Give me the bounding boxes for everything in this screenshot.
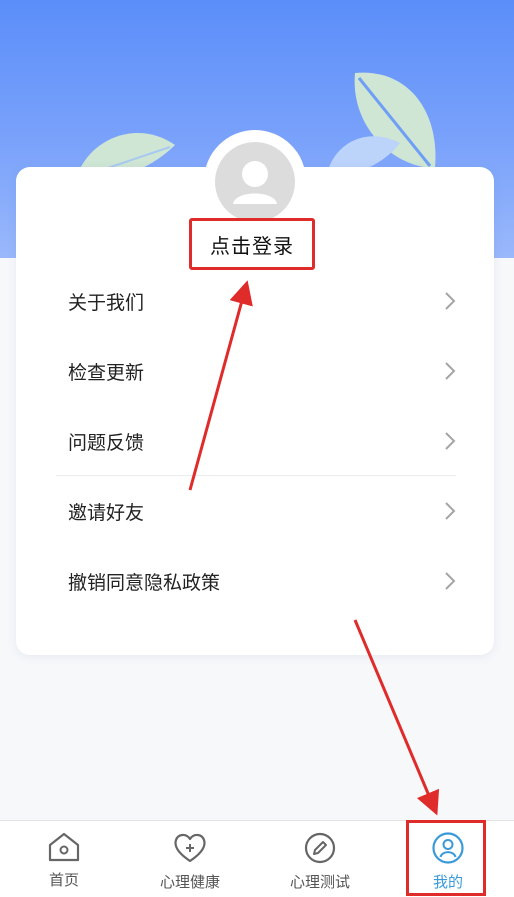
tab-psych-test[interactable]: 心理测试 — [256, 821, 384, 897]
heart-plus-icon — [174, 833, 206, 863]
avatar[interactable] — [215, 142, 295, 222]
home-icon — [48, 832, 80, 862]
user-silhouette-icon — [233, 161, 277, 204]
login-label: 点击登录 — [210, 233, 294, 258]
tab-mine-highlight — [406, 820, 486, 896]
menu-item-revoke-privacy[interactable]: 撤销同意隐私政策 — [56, 553, 466, 609]
tab-label: 心理健康 — [159, 873, 220, 891]
menu-item-label: 邀请好友 — [68, 501, 145, 524]
menu-item-label: 关于我们 — [68, 291, 145, 314]
menu-divider — [56, 475, 456, 476]
menu-item-label: 撤销同意隐私政策 — [68, 571, 221, 594]
menu-item-label: 问题反馈 — [68, 431, 145, 454]
chevron-right-icon — [445, 572, 456, 590]
menu-item-invite-friends[interactable]: 邀请好友 — [56, 483, 466, 539]
chevron-right-icon — [445, 432, 456, 450]
tab-mental-health[interactable]: 心理健康 — [126, 821, 254, 897]
tab-label: 心理测试 — [289, 873, 350, 891]
tab-home[interactable]: 首页 — [0, 821, 128, 897]
chevron-right-icon — [445, 292, 456, 310]
pencil-icon — [304, 832, 336, 864]
menu-item-feedback[interactable]: 问题反馈 — [56, 413, 466, 469]
chevron-right-icon — [445, 362, 456, 380]
menu-item-label: 检查更新 — [68, 361, 145, 384]
menu-item-about-us[interactable]: 关于我们 — [56, 273, 466, 329]
tab-label: 首页 — [48, 871, 79, 889]
login-button[interactable]: 点击登录 — [189, 218, 315, 270]
menu-item-check-update[interactable]: 检查更新 — [56, 343, 466, 399]
chevron-right-icon — [445, 502, 456, 520]
